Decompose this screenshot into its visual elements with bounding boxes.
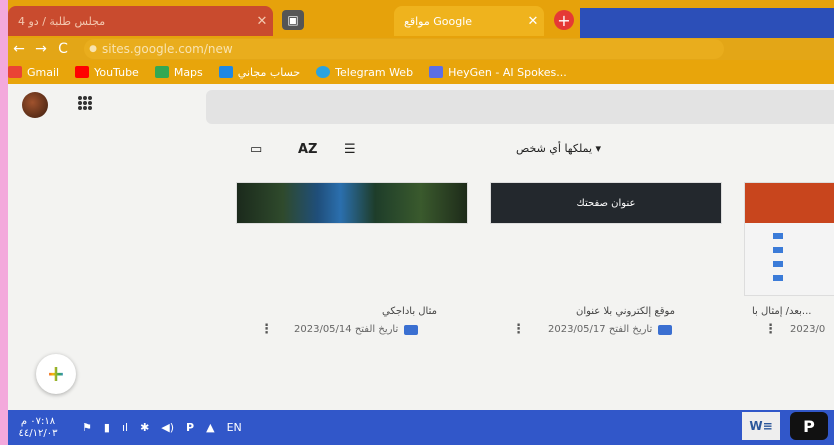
app-p-icon[interactable]: P [186,421,194,434]
sites-page: ▭ AZ ☰ يملكها أي شخص ▾ عنوان صفحتك مثال … [8,84,834,410]
folder-icon[interactable]: ▭ [250,142,262,157]
tab-grid-icon[interactable]: ▣ [282,10,304,30]
youtube-icon [75,66,90,78]
bookmark-gmail[interactable]: Gmail [8,66,59,79]
more-options-icon[interactable]: ⋮ [512,322,525,337]
word-label: W [749,419,763,433]
thumbnail-text: عنوان صفحتك [576,197,636,209]
new-tab-button[interactable]: + [554,10,574,30]
bookmark-label: Maps [173,65,203,79]
bookmark-label: حساب مجاني [237,65,301,79]
address-bar: ← → C ● sites.google.com/new [8,38,834,60]
plus-icon: + [46,361,66,387]
reload-icon[interactable]: C [52,41,74,57]
telegram-icon [316,66,331,78]
gmail-icon [8,66,22,78]
bookmark-heygen[interactable]: HeyGen - AI Spokes... [429,66,567,79]
bookmark-label: YouTube [94,65,139,79]
site-title[interactable]: مثال باداجكي [382,306,437,317]
lock-icon: ● [89,44,97,54]
bookmark-label: Telegram Web [335,65,414,79]
bookmark-youtube[interactable]: YouTube [75,66,139,79]
bookmark-maps[interactable]: Maps [154,65,203,79]
open-date: 2023/05/14 تاريخ الفتح [294,324,399,335]
site-icon [658,324,673,335]
bookmark-label: Gmail [27,65,60,79]
maps-icon [154,66,169,78]
tabstrip-blank [580,8,834,38]
system-tray: ⚑ ▮ ıl ✱ ◀) P ▲ EN [82,421,254,434]
network-icon[interactable]: ▮ [104,421,110,434]
back-icon[interactable]: ← [8,41,30,57]
list-view-icon[interactable]: ☰ [344,142,356,157]
site-thumbnail[interactable]: عنوان صفحتك [490,182,722,224]
site-thumbnail[interactable] [236,182,468,224]
screen: مجلس طلبة / دو 4 ✕ ▣ مواقع Google ✕ + ← … [8,0,834,445]
signal-icon[interactable]: ıl [122,421,128,434]
clock-date: ٤٤/١٢/٠٣ [18,427,58,439]
owner-filter-dropdown[interactable]: يملكها أي شخص ▾ [516,142,601,155]
open-date: 2023/0 [790,324,826,335]
volume-icon[interactable]: ◀) [161,421,174,434]
site-thumbnail[interactable] [744,182,834,296]
heygen-icon [429,66,444,78]
more-options-icon[interactable]: ⋮ [260,322,273,337]
site-title[interactable]: موقع إلكتروني بلا عنوان [576,306,675,317]
bookmark-telegram[interactable]: Telegram Web [316,66,413,79]
language-indicator[interactable]: EN [227,421,242,434]
clock-time: ٠٧:١٨ م [20,415,56,427]
sort-az-icon[interactable]: AZ [298,142,318,157]
tab-inactive[interactable]: مجلس طلبة / دو 4 ✕ [8,6,273,36]
shield-icon[interactable]: ▲ [206,421,214,434]
word-app-icon[interactable]: W ≡ [742,412,780,440]
account-icon [218,66,233,78]
site-meta: 2023/0 [790,324,825,335]
bookmark-free-account[interactable]: حساب مجاني [218,65,301,79]
taskbar-apps: W ≡ P [742,412,828,440]
p-app-icon[interactable]: P [790,412,828,440]
open-date: 2023/05/17 تاريخ الفتح [548,324,653,335]
tab-close-icon[interactable]: ✕ [251,14,273,29]
tab-strip: مجلس طلبة / دو 4 ✕ ▣ مواقع Google ✕ + [8,0,834,38]
taskbar: ٠٧:١٨ م ٤٤/١٢/٠٣ ⚑ ▮ ıl ✱ ◀) P ▲ EN W ≡ P [8,410,834,445]
create-site-button[interactable]: + [36,354,76,394]
site-title[interactable]: بعد/ إمثال با... [752,306,811,317]
tab-active[interactable]: مواقع Google ✕ [394,6,544,36]
tab-title: مجلس طلبة / دو 4 [18,14,106,28]
url-text: sites.google.com/new [102,42,233,56]
search-bar[interactable] [206,90,834,124]
bookmarks-bar: Gmail YouTube Maps حساب مجاني Telegram W… [8,60,834,84]
more-options-icon[interactable]: ⋮ [764,322,777,337]
avatar[interactable] [22,92,48,118]
forward-icon[interactable]: → [30,41,52,57]
url-field[interactable]: ● sites.google.com/new [84,39,724,59]
tab-close-icon[interactable]: ✕ [522,14,544,29]
bluetooth-icon[interactable]: ✱ [140,421,149,434]
p-label: P [803,416,815,436]
flag-icon[interactable]: ⚑ [82,421,92,434]
bookmark-label: HeyGen - AI Spokes... [448,65,567,79]
clock[interactable]: ٠٧:١٨ م ٤٤/١٢/٠٣ [8,416,68,440]
tab-title: مواقع Google [404,14,473,28]
apps-grid-icon[interactable] [78,96,92,110]
site-icon [404,324,419,335]
site-meta: 2023/05/17 تاريخ الفتح [548,324,673,335]
site-meta: 2023/05/14 تاريخ الفتح [294,324,419,335]
